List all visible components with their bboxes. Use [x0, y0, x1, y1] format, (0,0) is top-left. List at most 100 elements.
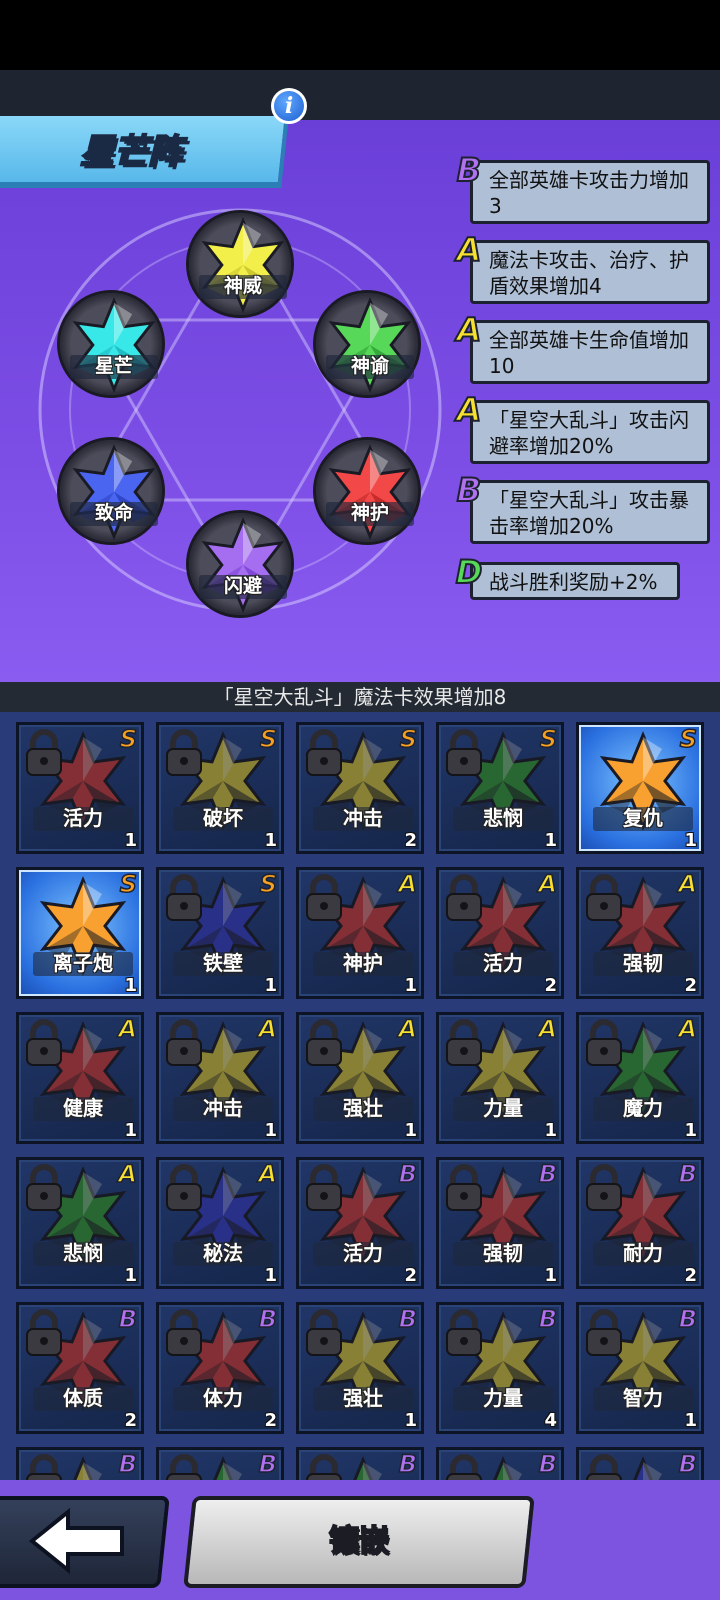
star-node-5[interactable]: 星芒: [57, 290, 165, 398]
star-card[interactable]: 神护 A 1: [296, 867, 424, 999]
card-grade-badge: B: [118, 1304, 138, 1334]
card-label: 冲击: [203, 1096, 243, 1120]
star-card[interactable]: 体力 B 2: [156, 1302, 284, 1434]
star-node-1[interactable]: 神谕: [313, 290, 421, 398]
card-label: 耐力: [623, 1241, 663, 1265]
card-label: 健康: [63, 1096, 103, 1120]
lock-icon: [586, 1454, 622, 1480]
card-grade-badge: S: [539, 724, 558, 754]
top-header: [0, 70, 720, 120]
star-card[interactable]: 体质 B 2: [16, 1302, 144, 1434]
star-card[interactable]: 离子炮 S 1: [16, 867, 144, 999]
star-card[interactable]: 力量 A 1: [436, 1012, 564, 1144]
star-node-2[interactable]: 神护: [313, 437, 421, 545]
card-count: 1: [124, 1120, 137, 1141]
card-count: 1: [544, 1265, 557, 1286]
lock-icon: [26, 1309, 62, 1356]
bonus-item: 「星空大乱斗」攻击闪避率增加20%: [470, 400, 710, 464]
card-count: 1: [404, 975, 417, 996]
card-label: 强韧: [623, 951, 663, 975]
lock-icon: [306, 1019, 342, 1066]
card-grade-badge: A: [258, 1159, 278, 1189]
card-count: 1: [684, 1120, 697, 1141]
card-count: 2: [404, 1265, 417, 1286]
star-card[interactable]: B: [16, 1447, 144, 1480]
star-card[interactable]: 力量 B 4: [436, 1302, 564, 1434]
bonus-item: 全部英雄卡攻击力增加3: [470, 160, 710, 224]
status-bar: [0, 0, 720, 70]
star-card[interactable]: 耐力 B 2: [576, 1157, 704, 1289]
card-count: 1: [544, 1120, 557, 1141]
card-label: 悲悯: [63, 1241, 103, 1265]
star-card[interactable]: 破坏 S 1: [156, 722, 284, 854]
lock-icon: [306, 1309, 342, 1356]
star-card[interactable]: 秘法 A 1: [156, 1157, 284, 1289]
bonus-item: 战斗胜利奖励+2%: [470, 562, 680, 600]
card-grade-badge: A: [678, 869, 698, 899]
card-label: 离子炮: [53, 951, 113, 975]
star-card[interactable]: 冲击 S 2: [296, 722, 424, 854]
card-count: 1: [544, 830, 557, 851]
star-card[interactable]: 悲悯 S 1: [436, 722, 564, 854]
star-card[interactable]: 智力 B 1: [576, 1302, 704, 1434]
card-count: 2: [404, 830, 417, 851]
summary-bar: 「星空大乱斗」魔法卡效果增加8: [0, 682, 720, 712]
star-node-4[interactable]: 致命: [57, 437, 165, 545]
card-count: 1: [264, 1120, 277, 1141]
card-grade-badge: A: [538, 869, 558, 899]
lock-icon: [26, 1454, 62, 1480]
star-card[interactable]: 强韧 B 1: [436, 1157, 564, 1289]
star-card[interactable]: 铁壁 S 1: [156, 867, 284, 999]
card-grade-badge: S: [259, 869, 278, 899]
star-card[interactable]: 活力 B 2: [296, 1157, 424, 1289]
star-card[interactable]: B: [436, 1447, 564, 1480]
card-grade-badge: A: [118, 1014, 138, 1044]
card-label: 魔力: [623, 1096, 663, 1120]
lock-icon: [446, 1164, 482, 1211]
card-label: 强壮: [343, 1096, 383, 1120]
card-label: 冲击: [343, 806, 383, 830]
lock-icon: [446, 1454, 482, 1480]
bonus-item: 魔法卡攻击、治疗、护盾效果增加4: [470, 240, 710, 304]
star-card[interactable]: 强壮 A 1: [296, 1012, 424, 1144]
card-count: 1: [404, 1410, 417, 1431]
star-node-0[interactable]: 神威: [186, 210, 294, 318]
card-count: 1: [684, 1410, 697, 1431]
card-count: 1: [124, 1265, 137, 1286]
star-card[interactable]: 复仇 S 1: [576, 722, 704, 854]
star-card[interactable]: B: [156, 1447, 284, 1480]
card-count: 4: [544, 1410, 557, 1431]
card-grade-badge: S: [679, 724, 698, 754]
lock-icon: [166, 1454, 202, 1480]
card-count: 2: [264, 1410, 277, 1431]
star-card[interactable]: 活力 S 1: [16, 722, 144, 854]
card-label: 强壮: [343, 1386, 383, 1410]
star-card[interactable]: 健康 A 1: [16, 1012, 144, 1144]
card-label: 智力: [623, 1386, 663, 1410]
card-grade-badge: A: [398, 1014, 418, 1044]
star-card[interactable]: 冲击 A 1: [156, 1012, 284, 1144]
star-card[interactable]: 强壮 B 1: [296, 1302, 424, 1434]
star-card[interactable]: 魔力 A 1: [576, 1012, 704, 1144]
lock-icon: [306, 1164, 342, 1211]
info-icon[interactable]: i: [271, 88, 307, 124]
star-node-3[interactable]: 闪避: [186, 510, 294, 618]
star-card[interactable]: 强韧 A 2: [576, 867, 704, 999]
star-card[interactable]: B: [576, 1447, 704, 1480]
card-count: 1: [684, 830, 697, 851]
card-label: 神护: [343, 951, 383, 975]
card-grade-badge: A: [398, 869, 418, 899]
card-grade-badge: B: [118, 1449, 138, 1479]
card-grade-badge: A: [258, 1014, 278, 1044]
card-grid: 活力 S 1 破坏 S 1 冲击 S 2 悲悯 S 1 复仇 S 1 离子炮 S 1 铁壁 S 1 神护 A 1 活力 A 2 强韧 A…: [0, 712, 720, 1480]
card-label: 活力: [343, 1241, 383, 1265]
star-card[interactable]: 活力 A 2: [436, 867, 564, 999]
card-grade-badge: B: [678, 1159, 698, 1189]
card-label: 活力: [63, 806, 103, 830]
star-card[interactable]: B: [296, 1447, 424, 1480]
lock-icon: [586, 1309, 622, 1356]
card-grade-badge: B: [678, 1304, 698, 1334]
star-card[interactable]: 悲悯 A 1: [16, 1157, 144, 1289]
page-title: 星芒阵: [79, 131, 183, 173]
card-label: 复仇: [623, 806, 663, 830]
